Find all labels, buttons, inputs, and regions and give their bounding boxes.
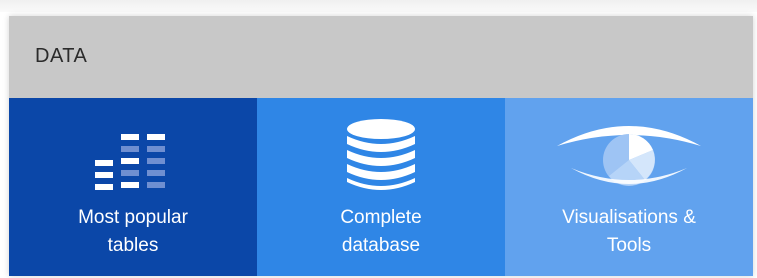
tiles-row: Most popular tables Complete database Vi… [9,98,753,276]
panel-header: DATA [9,16,753,98]
visualisations-tools-tile[interactable]: Visualisations & Tools [505,98,753,276]
eye-icon [505,98,753,194]
tile-label: Most popular tables [78,207,188,256]
top-shadow [0,0,757,12]
panel-title: DATA [35,44,88,67]
table-bars-icon [9,98,257,194]
data-panel: DATA Most popular tables Complete databa… [9,16,753,276]
tile-label: Visualisations & Tools [562,207,696,256]
tile-label: Complete database [340,207,422,256]
database-icon [257,98,505,194]
complete-database-tile[interactable]: Complete database [257,98,505,276]
most-popular-tables-tile[interactable]: Most popular tables [9,98,257,276]
